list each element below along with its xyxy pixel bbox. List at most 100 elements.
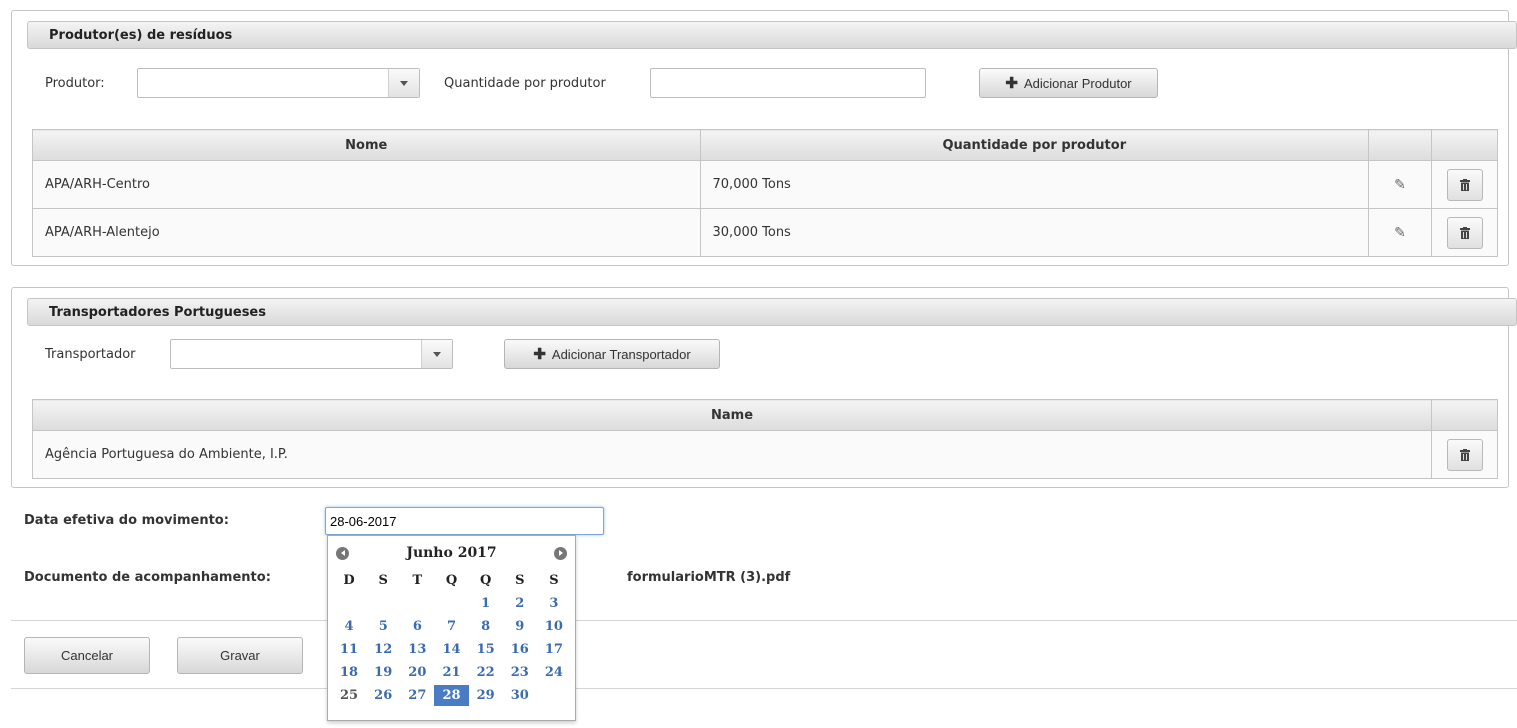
calendar-day[interactable]: 20 xyxy=(400,662,434,683)
table-row[interactable]: Agência Portuguesa do Ambiente, I.P. xyxy=(31,430,1498,479)
transportadores-header: Transportadores Portugueses xyxy=(27,298,1517,326)
calendar-day[interactable]: 23 xyxy=(503,662,537,683)
col-header-edit xyxy=(1368,129,1432,161)
calendar-day[interactable]: 8 xyxy=(469,616,503,637)
cell-nome: APA/ARH-Centro xyxy=(32,160,701,209)
prev-month-icon[interactable] xyxy=(336,546,349,560)
delete-cell xyxy=(1431,208,1498,257)
trash-icon xyxy=(1459,448,1470,461)
add-transportador-label: Adicionar Transportador xyxy=(551,346,691,362)
calendar-day[interactable]: 16 xyxy=(503,639,537,660)
col-header-delete xyxy=(1431,129,1498,161)
table-header-row: Name xyxy=(31,399,1498,431)
date-picker: Junho 2017 D S T Q Q S S 1 2 3 4 5 6 7 8 9 10 11 12 13 14 15 1… xyxy=(327,535,576,721)
transportadores-table: Name Agência Portuguesa do Ambiente, I.P… xyxy=(31,399,1498,479)
date-picker-header: Junho 2017 xyxy=(328,536,575,570)
calendar-day[interactable]: 29 xyxy=(469,685,503,706)
col-header-quantidade: Quantidade por produtor xyxy=(699,129,1370,161)
add-produtor-button[interactable]: ✚ Adicionar Produtor xyxy=(979,68,1158,98)
data-movimento-input[interactable] xyxy=(325,507,604,535)
weekday-header: Q xyxy=(445,573,458,588)
month-label: Junho 2017 xyxy=(406,545,497,561)
calendar-day[interactable]: 17 xyxy=(537,639,571,660)
quantidade-label: Quantidade por produtor xyxy=(444,76,606,91)
calendar-day[interactable]: 12 xyxy=(366,639,400,660)
produtor-combobox[interactable] xyxy=(137,68,420,98)
calendar-day[interactable]: 24 xyxy=(537,662,571,683)
calendar-day[interactable]: 27 xyxy=(400,685,434,706)
weekday-header: S xyxy=(378,573,388,588)
save-button[interactable]: Gravar xyxy=(177,637,303,674)
empty-day xyxy=(332,593,366,614)
cancel-label: Cancelar xyxy=(60,648,114,663)
transportador-combobox[interactable] xyxy=(170,339,453,369)
cancel-button[interactable]: Cancelar xyxy=(24,637,150,674)
calendar-day[interactable]: 25 xyxy=(332,685,366,706)
cell-name: Agência Portuguesa do Ambiente, I.P. xyxy=(31,430,1433,479)
divider xyxy=(11,620,1517,621)
calendar-day[interactable]: 7 xyxy=(434,616,468,637)
delete-cell xyxy=(1431,430,1498,479)
produtor-label: Produtor: xyxy=(45,76,105,91)
col-header-name: Name xyxy=(31,399,1433,431)
calendar-day[interactable]: 30 xyxy=(503,685,537,706)
divider xyxy=(11,688,1517,689)
calendar-day[interactable]: 4 xyxy=(332,616,366,637)
calendar-day[interactable]: 10 xyxy=(537,616,571,637)
cell-quantidade: 70,000 Tons xyxy=(699,160,1370,209)
save-label: Gravar xyxy=(220,648,260,663)
documento-filename[interactable]: formularioMTR (3).pdf xyxy=(627,570,790,585)
calendar-day[interactable]: 3 xyxy=(537,593,571,614)
plus-icon: ✚ xyxy=(1005,74,1018,92)
calendar-day[interactable]: 26 xyxy=(366,685,400,706)
transportador-label: Transportador xyxy=(45,347,136,362)
selected-day[interactable]: 28 xyxy=(434,685,469,706)
table-row[interactable]: APA/ARH-Alentejo 30,000 Tons ✎ xyxy=(32,208,1498,257)
calendar-day[interactable]: 15 xyxy=(469,639,503,660)
plus-icon: ✚ xyxy=(533,345,546,363)
calendar-day[interactable]: 1 xyxy=(469,593,503,614)
pencil-icon[interactable]: ✎ xyxy=(1394,177,1406,193)
date-picker-grid: D S T Q Q S S 1 2 3 4 5 6 7 8 9 10 11 12 13 14 15 16 17 18 19 20 21… xyxy=(328,570,575,706)
calendar-day[interactable]: 5 xyxy=(366,616,400,637)
trash-icon xyxy=(1459,226,1470,239)
cell-quantidade: 30,000 Tons xyxy=(699,208,1370,257)
calendar-day[interactable]: 19 xyxy=(366,662,400,683)
pencil-icon[interactable]: ✎ xyxy=(1394,225,1406,241)
add-produtor-label: Adicionar Produtor xyxy=(1023,75,1132,91)
documento-label: Documento de acompanhamento: xyxy=(24,570,271,585)
calendar-day[interactable]: 22 xyxy=(469,662,503,683)
calendar-day[interactable]: 6 xyxy=(400,616,434,637)
edit-cell: ✎ xyxy=(1368,208,1432,257)
delete-button[interactable] xyxy=(1446,168,1483,201)
col-header-delete xyxy=(1431,399,1498,431)
add-transportador-button[interactable]: ✚ Adicionar Transportador xyxy=(504,339,720,369)
empty-day xyxy=(400,593,434,614)
delete-button[interactable] xyxy=(1446,216,1483,249)
table-row[interactable]: APA/ARH-Centro 70,000 Tons ✎ xyxy=(32,160,1498,209)
produtores-header: Produtor(es) de resíduos xyxy=(27,21,1517,49)
calendar-day[interactable]: 21 xyxy=(434,662,468,683)
weekday-header: D xyxy=(343,573,355,588)
trash-icon xyxy=(1459,178,1470,191)
next-month-icon[interactable] xyxy=(554,546,567,560)
delete-button[interactable] xyxy=(1446,438,1483,471)
produtores-table: Nome Quantidade por produtor APA/ARH-Cen… xyxy=(32,129,1498,257)
calendar-day[interactable]: 9 xyxy=(503,616,537,637)
cell-nome: APA/ARH-Alentejo xyxy=(32,208,701,257)
weekday-header: Q xyxy=(479,573,492,588)
col-header-nome: Nome xyxy=(32,129,701,161)
calendar-day[interactable]: 11 xyxy=(332,639,366,660)
quantidade-input[interactable] xyxy=(650,68,926,98)
edit-cell: ✎ xyxy=(1368,160,1432,209)
calendar-day[interactable]: 13 xyxy=(400,639,434,660)
calendar-day[interactable]: 18 xyxy=(332,662,366,683)
calendar-day[interactable]: 2 xyxy=(503,593,537,614)
calendar-day[interactable]: 14 xyxy=(434,639,468,660)
delete-cell xyxy=(1431,160,1498,209)
empty-day xyxy=(366,593,400,614)
table-header-row: Nome Quantidade por produtor xyxy=(32,129,1498,161)
chevron-down-icon[interactable] xyxy=(421,340,452,368)
chevron-down-icon[interactable] xyxy=(388,69,419,97)
data-movimento-label: Data efetiva do movimento: xyxy=(24,513,229,528)
